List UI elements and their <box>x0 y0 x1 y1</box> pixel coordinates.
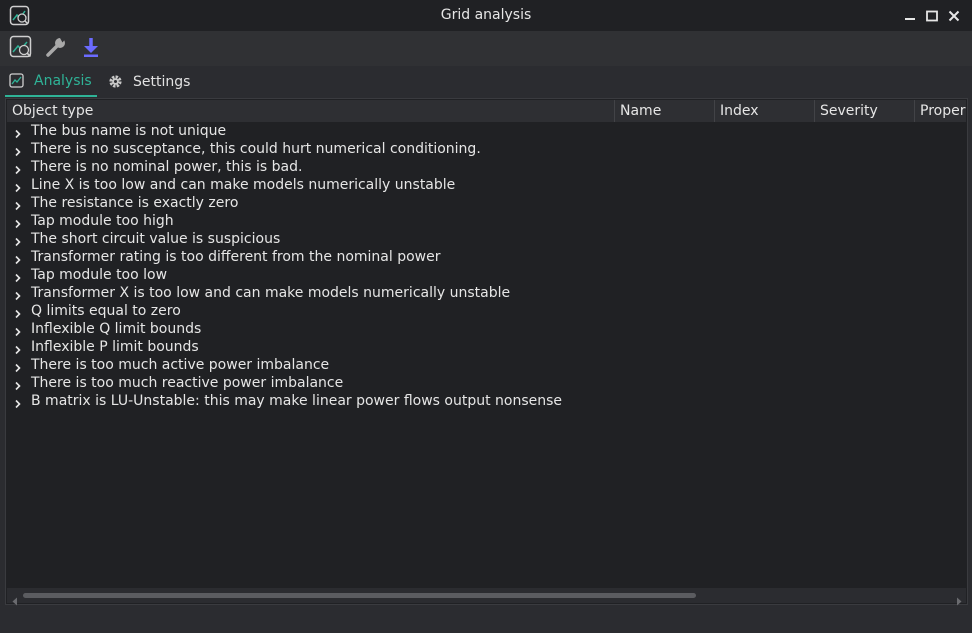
chevron-right-icon[interactable] <box>13 396 23 409</box>
tab-settings-label: Settings <box>133 73 191 90</box>
column-header-name[interactable]: Name <box>615 100 715 122</box>
tree-row[interactable]: The short circuit value is suspicious <box>7 230 966 248</box>
image-icon <box>9 73 24 88</box>
window-title: Grid analysis <box>440 7 532 23</box>
maximize-icon[interactable] <box>925 8 939 22</box>
tree-rows: The bus name is not unique There is no s… <box>7 122 966 410</box>
column-header-index[interactable]: Index <box>715 100 815 122</box>
tree-row-label: Q limits equal to zero <box>31 303 181 319</box>
tab-settings[interactable]: Settings <box>106 66 201 97</box>
tree-row[interactable]: Inflexible Q limit bounds <box>7 320 966 338</box>
tree-row-label: Inflexible Q limit bounds <box>31 321 202 337</box>
tree-row[interactable]: B matrix is LU-Unstable: this may make l… <box>7 392 966 410</box>
chevron-right-icon[interactable] <box>13 180 23 193</box>
chevron-right-icon[interactable] <box>13 270 23 283</box>
tree-row[interactable]: The bus name is not unique <box>7 122 966 140</box>
grid-analysis-icon <box>9 35 33 63</box>
title-bar: Grid analysis <box>0 0 972 31</box>
chevron-right-icon[interactable] <box>13 144 23 157</box>
chevron-right-icon[interactable] <box>13 306 23 319</box>
tree-row[interactable]: There is too much reactive power imbalan… <box>7 374 966 392</box>
gear-icon <box>108 74 123 89</box>
chevron-right-icon[interactable] <box>13 378 23 391</box>
tree-row[interactable]: Tap module too high <box>7 212 966 230</box>
tree-row-label: Transformer rating is too different from… <box>31 249 441 265</box>
tab-bar: Analysis Settings <box>0 66 972 97</box>
chevron-right-icon[interactable] <box>13 198 23 211</box>
chevron-right-icon[interactable] <box>13 288 23 301</box>
scroll-left-icon[interactable] <box>11 591 19 606</box>
tree-row[interactable]: Line X is too low and can make models nu… <box>7 176 966 194</box>
tree-row[interactable]: There is no nominal power, this is bad. <box>7 158 966 176</box>
issues-tree-view[interactable]: Object type Name Index Severity Proper T… <box>5 98 968 606</box>
tree-row-label: The resistance is exactly zero <box>31 195 239 211</box>
export-button[interactable] <box>78 36 104 62</box>
minimize-icon[interactable] <box>903 8 917 22</box>
run-analysis-button[interactable] <box>8 35 34 63</box>
tree-row[interactable]: There is too much active power imbalance <box>7 356 966 374</box>
tree-row-label: Tap module too high <box>31 213 174 229</box>
column-header-property[interactable]: Proper <box>915 100 966 122</box>
tab-analysis-label: Analysis <box>34 72 92 89</box>
close-icon[interactable] <box>947 8 961 22</box>
chevron-right-icon[interactable] <box>13 126 23 139</box>
status-bar <box>0 607 972 633</box>
tree-row-label: Transformer X is too low and can make mo… <box>31 285 511 301</box>
fix-issues-button[interactable] <box>43 36 69 62</box>
tree-row[interactable]: Transformer rating is too different from… <box>7 248 966 266</box>
tree-row-label: The short circuit value is suspicious <box>31 231 281 247</box>
horizontal-scrollbar[interactable] <box>7 588 966 606</box>
tree-row[interactable]: Q limits equal to zero <box>7 302 966 320</box>
toolbar <box>0 31 972 66</box>
tree-row-label: Tap module too low <box>31 267 168 283</box>
tree-row-label: There is too much active power imbalance <box>31 357 330 373</box>
tree-row-label: B matrix is LU-Unstable: this may make l… <box>31 393 563 409</box>
table-header: Object type Name Index Severity Proper <box>7 100 966 122</box>
download-icon <box>81 36 101 62</box>
column-header-object-type[interactable]: Object type <box>7 100 615 122</box>
tree-row-label: There is no susceptance, this could hurt… <box>31 141 481 157</box>
scrollbar-thumb[interactable] <box>23 593 696 598</box>
tree-row[interactable]: There is no susceptance, this could hurt… <box>7 140 966 158</box>
tree-row-label: Inflexible P limit bounds <box>31 339 199 355</box>
tree-row[interactable]: The resistance is exactly zero <box>7 194 966 212</box>
column-header-severity[interactable]: Severity <box>815 100 915 122</box>
tree-row-label: There is too much reactive power imbalan… <box>31 375 344 391</box>
tree-row-label: Line X is too low and can make models nu… <box>31 177 456 193</box>
chevron-right-icon[interactable] <box>13 252 23 265</box>
chevron-right-icon[interactable] <box>13 324 23 337</box>
tree-row-label: There is no nominal power, this is bad. <box>31 159 303 175</box>
tree-row[interactable]: Transformer X is too low and can make mo… <box>7 284 966 302</box>
tab-analysis[interactable]: Analysis <box>5 66 97 97</box>
tree-row[interactable]: Inflexible P limit bounds <box>7 338 966 356</box>
chevron-right-icon[interactable] <box>13 360 23 373</box>
chevron-right-icon[interactable] <box>13 162 23 175</box>
chevron-right-icon[interactable] <box>13 234 23 247</box>
scroll-right-icon[interactable] <box>955 591 963 606</box>
wrench-icon <box>45 36 67 62</box>
tree-row[interactable]: Tap module too low <box>7 266 966 284</box>
chevron-right-icon[interactable] <box>13 342 23 355</box>
tree-row-label: The bus name is not unique <box>31 123 227 139</box>
chevron-right-icon[interactable] <box>13 216 23 229</box>
